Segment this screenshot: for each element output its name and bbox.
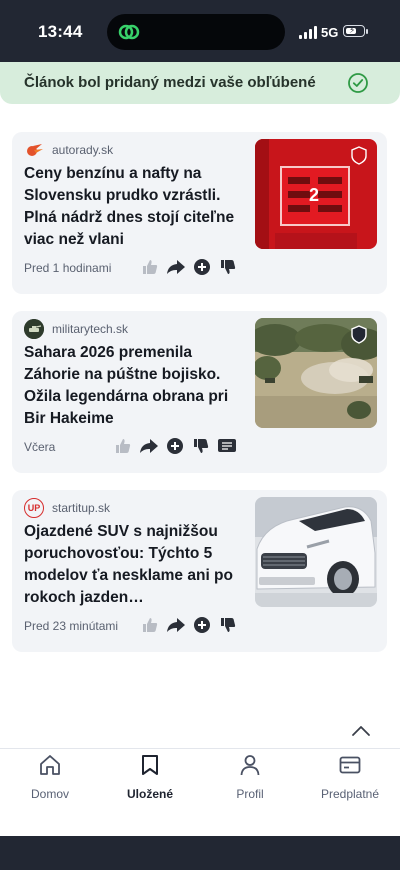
suv-image: [255, 497, 377, 607]
article-image[interactable]: [255, 318, 377, 428]
article-source: autorady.sk: [24, 140, 113, 160]
pump-number: 2: [309, 185, 319, 205]
like-icon[interactable]: [140, 615, 160, 635]
article-actions: [113, 434, 237, 458]
nav-label: Domov: [30, 787, 69, 801]
article-title[interactable]: Sahara 2026 premenila Záhorie na púštne …: [24, 342, 249, 430]
article-title[interactable]: Ceny benzínu a nafty na Slovensku prudko…: [24, 163, 249, 251]
military-image: [255, 318, 377, 428]
militarytech-logo: [24, 319, 44, 339]
nav-item-domov[interactable]: Domov: [0, 753, 100, 805]
status-time: 13:44: [38, 22, 83, 41]
article-time: Pred 1 hodinami: [24, 261, 112, 275]
bookmark-icon: [142, 755, 158, 775]
article-time: Včera: [24, 440, 56, 454]
dislike-icon[interactable]: [218, 615, 238, 635]
share-icon[interactable]: [166, 615, 186, 635]
comments-icon[interactable]: [217, 436, 237, 456]
like-icon[interactable]: [140, 257, 160, 277]
profile-icon: [240, 755, 260, 776]
add-icon[interactable]: [192, 257, 212, 277]
share-icon[interactable]: [139, 436, 159, 456]
add-icon[interactable]: [192, 615, 212, 635]
bottom-navigation: Domov Uložené Profil Predplatné: [0, 748, 400, 837]
source-name: militarytech.sk: [52, 322, 129, 336]
startitup-logo: UP: [24, 498, 44, 518]
article-time: Pred 23 minútami: [24, 619, 119, 633]
article-card[interactable]: autorady.sk Ceny benzínu a nafty na Slov…: [12, 132, 387, 294]
nav-label: Uložené: [126, 787, 173, 801]
article-source: UP startitup.sk: [24, 498, 110, 518]
network-type: 5G: [321, 25, 339, 40]
card-icon: [339, 756, 361, 774]
nav-label: Predplatné: [320, 787, 380, 801]
link-icon: [118, 24, 140, 40]
toast-message: Článok bol pridaný medzi vaše obľúbené: [24, 74, 316, 91]
check-circle-icon: [348, 73, 368, 93]
battery-icon: ⚡: [343, 25, 368, 37]
dislike-icon[interactable]: [191, 436, 211, 456]
fuel-pump-image: 2: [255, 139, 377, 249]
share-icon[interactable]: [166, 257, 186, 277]
favorite-toast: Článok bol pridaný medzi vaše obľúbené: [0, 62, 400, 104]
nav-item-predplatne[interactable]: Predplatné: [300, 753, 400, 805]
like-icon[interactable]: [113, 436, 133, 456]
nav-item-profil[interactable]: Profil: [200, 753, 300, 805]
article-actions: [140, 613, 238, 637]
source-name: autorady.sk: [52, 143, 114, 157]
article-card[interactable]: militarytech.sk Sahara 2026 premenila Zá…: [12, 311, 387, 473]
nav-item-ulozene[interactable]: Uložené: [100, 753, 200, 805]
autorady-logo: [24, 140, 44, 160]
dynamic-island: [107, 14, 285, 50]
article-card[interactable]: UP startitup.sk Ojazdené SUV s najnižšou…: [12, 490, 387, 652]
article-title[interactable]: Ojazdené SUV s najnižšou poruchovosťou: …: [24, 521, 249, 609]
source-name: startitup.sk: [52, 501, 111, 515]
home-indicator-bar: [0, 836, 400, 870]
nav-label: Profil: [236, 787, 264, 801]
dislike-icon[interactable]: [218, 257, 238, 277]
scroll-to-top-icon[interactable]: [350, 722, 372, 740]
status-bar: 13:44 5G ⚡: [0, 0, 400, 62]
article-image[interactable]: [255, 497, 377, 607]
article-actions: [140, 255, 238, 279]
add-icon[interactable]: [165, 436, 185, 456]
article-image[interactable]: 2: [255, 139, 377, 249]
article-source: militarytech.sk: [24, 319, 128, 339]
signal-icon: [299, 26, 319, 39]
home-icon: [40, 755, 60, 775]
